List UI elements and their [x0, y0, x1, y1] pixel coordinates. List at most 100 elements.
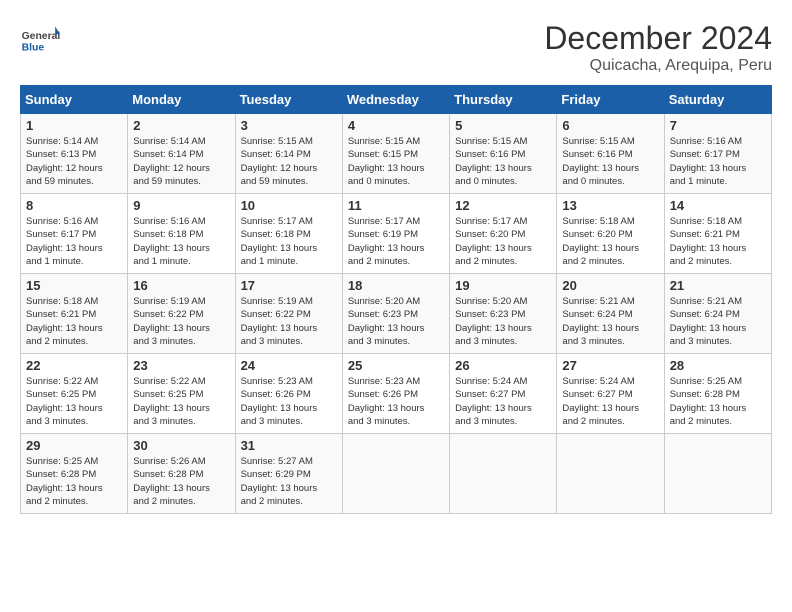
day-number: 5 [455, 118, 551, 133]
day-info: Sunrise: 5:17 AM Sunset: 6:20 PM Dayligh… [455, 215, 551, 268]
calendar-cell: 27 Sunrise: 5:24 AM Sunset: 6:27 PM Dayli… [557, 354, 664, 434]
calendar-cell: 28 Sunrise: 5:25 AM Sunset: 6:28 PM Dayli… [664, 354, 771, 434]
location-title: Quicacha, Arequipa, Peru [544, 57, 772, 75]
day-header-wednesday: Wednesday [342, 86, 449, 114]
calendar-cell: 13 Sunrise: 5:18 AM Sunset: 6:20 PM Dayli… [557, 194, 664, 274]
day-number: 28 [670, 358, 766, 373]
svg-text:General: General [22, 31, 60, 42]
calendar-cell: 31 Sunrise: 5:27 AM Sunset: 6:29 PM Dayli… [235, 434, 342, 514]
day-number: 6 [562, 118, 658, 133]
day-info: Sunrise: 5:23 AM Sunset: 6:26 PM Dayligh… [241, 375, 337, 428]
day-info: Sunrise: 5:24 AM Sunset: 6:27 PM Dayligh… [562, 375, 658, 428]
calendar-cell: 29Sunrise: 5:25 AM Sunset: 6:28 PM Dayli… [21, 434, 128, 514]
day-number: 17 [241, 278, 337, 293]
calendar-cell: 1 Sunrise: 5:14 AM Sunset: 6:13 PM Daylig… [21, 114, 128, 194]
calendar-cell: 11 Sunrise: 5:17 AM Sunset: 6:19 PM Dayli… [342, 194, 449, 274]
day-info: Sunrise: 5:15 AM Sunset: 6:16 PM Dayligh… [455, 135, 551, 188]
day-header-tuesday: Tuesday [235, 86, 342, 114]
day-number: 21 [670, 278, 766, 293]
header: General Blue December 2024 Quicacha, Are… [20, 20, 772, 75]
day-number: 13 [562, 198, 658, 213]
day-number: 18 [348, 278, 444, 293]
calendar-cell: 15 Sunrise: 5:18 AM Sunset: 6:21 PM Dayli… [21, 274, 128, 354]
calendar-cell: 22Sunrise: 5:22 AM Sunset: 6:25 PM Dayli… [21, 354, 128, 434]
day-header-saturday: Saturday [664, 86, 771, 114]
day-number: 9 [133, 198, 229, 213]
day-info: Sunrise: 5:19 AM Sunset: 6:22 PM Dayligh… [241, 295, 337, 348]
calendar-cell: 4Sunrise: 5:15 AM Sunset: 6:15 PM Daylig… [342, 114, 449, 194]
day-number: 1 [26, 118, 122, 133]
calendar-cell: 7 Sunrise: 5:16 AM Sunset: 6:17 PM Daylig… [664, 114, 771, 194]
day-number: 8 [26, 198, 122, 213]
calendar-cell: 26Sunrise: 5:24 AM Sunset: 6:27 PM Dayli… [450, 354, 557, 434]
calendar-cell: 20 Sunrise: 5:21 AM Sunset: 6:24 PM Dayli… [557, 274, 664, 354]
day-info: Sunrise: 5:17 AM Sunset: 6:18 PM Dayligh… [241, 215, 337, 268]
calendar-cell: 10Sunrise: 5:17 AM Sunset: 6:18 PM Dayli… [235, 194, 342, 274]
day-info: Sunrise: 5:25 AM Sunset: 6:28 PM Dayligh… [26, 455, 122, 508]
day-info: Sunrise: 5:20 AM Sunset: 6:23 PM Dayligh… [348, 295, 444, 348]
day-info: Sunrise: 5:14 AM Sunset: 6:13 PM Dayligh… [26, 135, 122, 188]
calendar-cell: 17 Sunrise: 5:19 AM Sunset: 6:22 PM Dayli… [235, 274, 342, 354]
week-row-1: 1 Sunrise: 5:14 AM Sunset: 6:13 PM Daylig… [21, 114, 772, 194]
day-number: 23 [133, 358, 229, 373]
week-row-5: 29Sunrise: 5:25 AM Sunset: 6:28 PM Dayli… [21, 434, 772, 514]
day-number: 30 [133, 438, 229, 453]
day-info: Sunrise: 5:24 AM Sunset: 6:27 PM Dayligh… [455, 375, 551, 428]
calendar-cell: 8 Sunrise: 5:16 AM Sunset: 6:17 PM Daylig… [21, 194, 128, 274]
day-number: 24 [241, 358, 337, 373]
calendar-cell: 30 Sunrise: 5:26 AM Sunset: 6:28 PM Dayli… [128, 434, 235, 514]
day-number: 14 [670, 198, 766, 213]
title-area: December 2024 Quicacha, Arequipa, Peru [544, 20, 772, 75]
calendar-cell: 9 Sunrise: 5:16 AM Sunset: 6:18 PM Daylig… [128, 194, 235, 274]
calendar-cell: 12 Sunrise: 5:17 AM Sunset: 6:20 PM Dayli… [450, 194, 557, 274]
day-number: 22 [26, 358, 122, 373]
day-info: Sunrise: 5:21 AM Sunset: 6:24 PM Dayligh… [562, 295, 658, 348]
day-header-friday: Friday [557, 86, 664, 114]
day-number: 7 [670, 118, 766, 133]
day-number: 2 [133, 118, 229, 133]
day-number: 11 [348, 198, 444, 213]
day-info: Sunrise: 5:20 AM Sunset: 6:23 PM Dayligh… [455, 295, 551, 348]
day-number: 3 [241, 118, 337, 133]
logo-icon: General Blue [20, 20, 60, 60]
day-info: Sunrise: 5:18 AM Sunset: 6:21 PM Dayligh… [26, 295, 122, 348]
day-number: 15 [26, 278, 122, 293]
svg-text:Blue: Blue [22, 42, 45, 53]
calendar-cell: 6Sunrise: 5:15 AM Sunset: 6:16 PM Daylig… [557, 114, 664, 194]
calendar-cell [450, 434, 557, 514]
day-number: 16 [133, 278, 229, 293]
day-info: Sunrise: 5:27 AM Sunset: 6:29 PM Dayligh… [241, 455, 337, 508]
week-row-2: 8 Sunrise: 5:16 AM Sunset: 6:17 PM Daylig… [21, 194, 772, 274]
day-info: Sunrise: 5:15 AM Sunset: 6:15 PM Dayligh… [348, 135, 444, 188]
week-row-3: 15 Sunrise: 5:18 AM Sunset: 6:21 PM Dayli… [21, 274, 772, 354]
calendar-cell: 14 Sunrise: 5:18 AM Sunset: 6:21 PM Dayli… [664, 194, 771, 274]
day-number: 12 [455, 198, 551, 213]
calendar-cell [342, 434, 449, 514]
day-number: 19 [455, 278, 551, 293]
day-number: 20 [562, 278, 658, 293]
day-number: 31 [241, 438, 337, 453]
day-info: Sunrise: 5:21 AM Sunset: 6:24 PM Dayligh… [670, 295, 766, 348]
day-info: Sunrise: 5:19 AM Sunset: 6:22 PM Dayligh… [133, 295, 229, 348]
day-info: Sunrise: 5:15 AM Sunset: 6:14 PM Dayligh… [241, 135, 337, 188]
calendar-cell [557, 434, 664, 514]
calendar-cell: 25Sunrise: 5:23 AM Sunset: 6:26 PM Dayli… [342, 354, 449, 434]
day-number: 27 [562, 358, 658, 373]
day-info: Sunrise: 5:22 AM Sunset: 6:25 PM Dayligh… [133, 375, 229, 428]
calendar-cell [664, 434, 771, 514]
day-info: Sunrise: 5:16 AM Sunset: 6:17 PM Dayligh… [670, 135, 766, 188]
day-info: Sunrise: 5:16 AM Sunset: 6:18 PM Dayligh… [133, 215, 229, 268]
day-info: Sunrise: 5:17 AM Sunset: 6:19 PM Dayligh… [348, 215, 444, 268]
day-info: Sunrise: 5:18 AM Sunset: 6:20 PM Dayligh… [562, 215, 658, 268]
calendar-table: SundayMondayTuesdayWednesdayThursdayFrid… [20, 85, 772, 514]
month-title: December 2024 [544, 20, 772, 57]
calendar-cell: 5 Sunrise: 5:15 AM Sunset: 6:16 PM Daylig… [450, 114, 557, 194]
day-info: Sunrise: 5:16 AM Sunset: 6:17 PM Dayligh… [26, 215, 122, 268]
day-info: Sunrise: 5:14 AM Sunset: 6:14 PM Dayligh… [133, 135, 229, 188]
day-info: Sunrise: 5:18 AM Sunset: 6:21 PM Dayligh… [670, 215, 766, 268]
day-info: Sunrise: 5:25 AM Sunset: 6:28 PM Dayligh… [670, 375, 766, 428]
calendar-cell: 21 Sunrise: 5:21 AM Sunset: 6:24 PM Dayli… [664, 274, 771, 354]
calendar-cell: 19 Sunrise: 5:20 AM Sunset: 6:23 PM Dayli… [450, 274, 557, 354]
day-info: Sunrise: 5:26 AM Sunset: 6:28 PM Dayligh… [133, 455, 229, 508]
calendar-cell: 18 Sunrise: 5:20 AM Sunset: 6:23 PM Dayli… [342, 274, 449, 354]
